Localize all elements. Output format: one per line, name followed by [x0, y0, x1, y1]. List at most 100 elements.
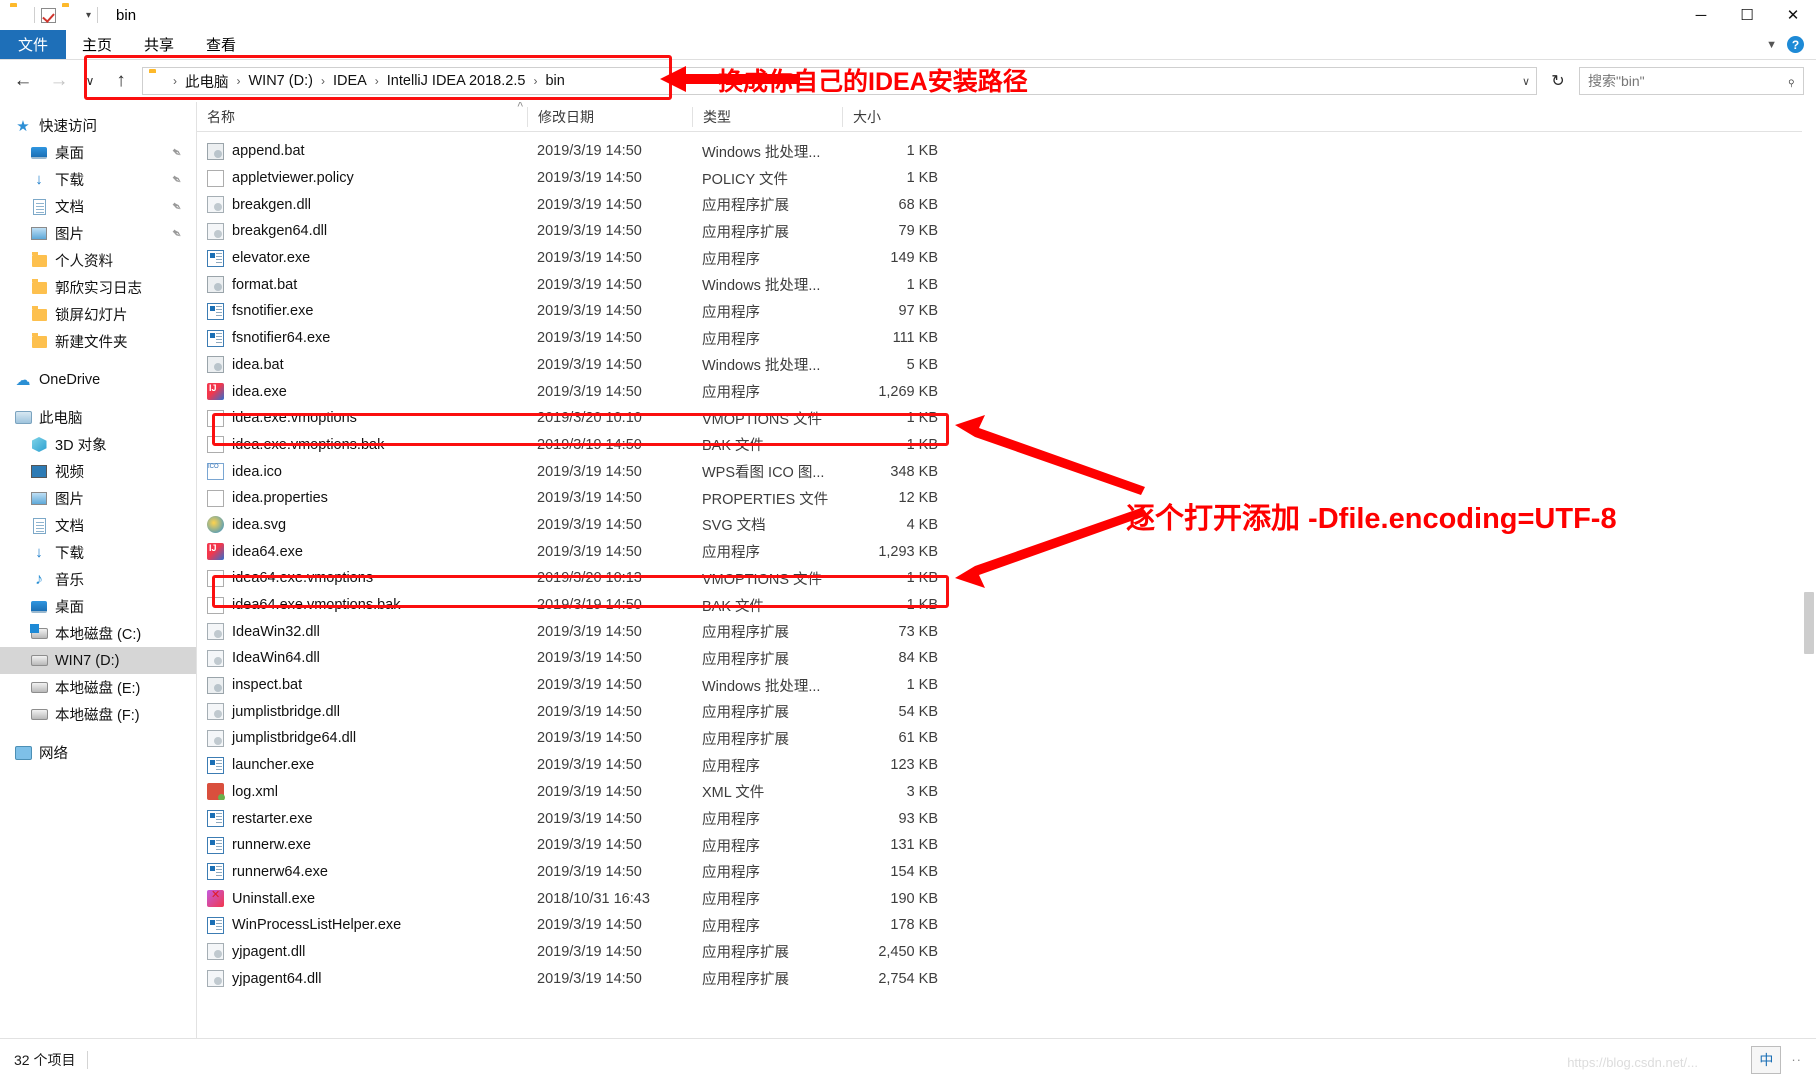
table-row[interactable]: idea64.exe 2019/3/19 14:50 应用程序 1,293 KB	[197, 538, 1802, 565]
sidebar-item-15[interactable]: ↓ 下载	[0, 539, 196, 566]
file-name-cell[interactable]: idea.properties	[197, 489, 527, 507]
tab-view[interactable]: 查看	[190, 30, 252, 59]
back-button[interactable]: ←	[8, 66, 38, 96]
table-row[interactable]: runnerw64.exe 2019/3/19 14:50 应用程序 154 KB	[197, 859, 1802, 886]
sidebar-item-20[interactable]: 本地磁盘 (E:)	[0, 674, 196, 701]
ime-indicator[interactable]: 中	[1751, 1045, 1782, 1074]
file-name-cell[interactable]: elevator.exe	[197, 249, 527, 267]
sidebar-item-5[interactable]: 个人资料	[0, 247, 196, 274]
table-row[interactable]: idea.exe.vmoptions.bak 2019/3/19 14:50 BAK…	[197, 432, 1802, 459]
sidebar-item-4[interactable]: 图片 ✒	[0, 220, 196, 247]
file-name-cell[interactable]: idea64.exe.vmoptions.bak	[197, 596, 527, 614]
table-row[interactable]: jumplistbridge.dll 2019/3/19 14:50 应用程序扩展 5…	[197, 698, 1802, 725]
sidebar-item-7[interactable]: 锁屏幻灯片	[0, 301, 196, 328]
new-folder-icon[interactable]	[62, 6, 80, 24]
table-row[interactable]: restarter.exe 2019/3/19 14:50 应用程序 93 KB	[197, 805, 1802, 832]
table-row[interactable]: jumplistbridge64.dll 2019/3/19 14:50 应用程序扩…	[197, 725, 1802, 752]
file-name-cell[interactable]: WinProcessListHelper.exe	[197, 916, 527, 934]
column-header-name[interactable]: 名称	[197, 107, 527, 127]
sidebar-item-18[interactable]: 本地磁盘 (C:)	[0, 620, 196, 647]
file-name-cell[interactable]: inspect.bat	[197, 676, 527, 694]
table-row[interactable]: fsnotifier.exe 2019/3/19 14:50 应用程序 97 KB	[197, 298, 1802, 325]
file-name-cell[interactable]: runnerw.exe	[197, 836, 527, 854]
table-row[interactable]: launcher.exe 2019/3/19 14:50 应用程序 123 KB	[197, 752, 1802, 779]
file-name-cell[interactable]: fsnotifier64.exe	[197, 329, 527, 347]
sidebar-item-13[interactable]: 图片	[0, 485, 196, 512]
table-row[interactable]: log.xml 2019/3/19 14:50 XML 文件 3 KB	[197, 779, 1802, 806]
breadcrumb-bin[interactable]: bin	[541, 71, 568, 91]
sidebar-item-2[interactable]: ↓ 下载 ✒	[0, 166, 196, 193]
table-row[interactable]: inspect.bat 2019/3/19 14:50 Windows 批处理...…	[197, 672, 1802, 699]
table-row[interactable]: IdeaWin64.dll 2019/3/19 14:50 应用程序扩展 84 KB	[197, 645, 1802, 672]
file-name-cell[interactable]: IdeaWin64.dll	[197, 649, 527, 667]
file-name-cell[interactable]: format.bat	[197, 276, 527, 294]
file-rows[interactable]: append.bat 2019/3/19 14:50 Windows 批处理... 1…	[197, 132, 1802, 1038]
table-row[interactable]: idea.svg 2019/3/19 14:50 SVG 文档 4 KB	[197, 512, 1802, 539]
help-icon[interactable]: ?	[1787, 36, 1804, 53]
file-name-cell[interactable]: appletviewer.policy	[197, 169, 527, 187]
forward-button[interactable]: →	[44, 66, 74, 96]
ime-options-icon[interactable]: ··	[1791, 1052, 1802, 1067]
sidebar-item-3[interactable]: 文档 ✒	[0, 193, 196, 220]
file-name-cell[interactable]: jumplistbridge.dll	[197, 703, 527, 721]
file-name-cell[interactable]: jumplistbridge64.dll	[197, 729, 527, 747]
table-row[interactable]: runnerw.exe 2019/3/19 14:50 应用程序 131 KB	[197, 832, 1802, 859]
sidebar-item-21[interactable]: 本地磁盘 (F:)	[0, 701, 196, 728]
recent-locations-button[interactable]: ∨	[80, 66, 100, 96]
table-row[interactable]: fsnotifier64.exe 2019/3/19 14:50 应用程序 111 K…	[197, 325, 1802, 352]
file-name-cell[interactable]: fsnotifier.exe	[197, 302, 527, 320]
file-name-cell[interactable]: idea64.exe	[197, 543, 527, 561]
table-row[interactable]: idea64.exe.vmoptions.bak 2019/3/19 14:50 B…	[197, 592, 1802, 619]
table-row[interactable]: idea64.exe.vmoptions 2019/3/20 10:13 VMOPT…	[197, 565, 1802, 592]
breadcrumb-idea[interactable]: IDEA	[329, 71, 371, 91]
file-name-cell[interactable]: idea.svg	[197, 516, 527, 534]
minimize-button[interactable]: ─	[1678, 0, 1724, 30]
sidebar-item-0[interactable]: ★ 快速访问	[0, 112, 196, 139]
table-row[interactable]: idea.ico 2019/3/19 14:50 WPS看图 ICO 图... 348…	[197, 458, 1802, 485]
breadcrumb-this-pc[interactable]: 此电脑	[181, 69, 233, 94]
table-row[interactable]: idea.exe 2019/3/19 14:50 应用程序 1,269 KB	[197, 378, 1802, 405]
table-row[interactable]: idea.properties 2019/3/19 14:50 PROPERTIES…	[197, 485, 1802, 512]
table-row[interactable]: WinProcessListHelper.exe 2019/3/19 14:50 应…	[197, 912, 1802, 939]
table-row[interactable]: idea.exe.vmoptions 2019/3/20 10:10 VMOPTIO…	[197, 405, 1802, 432]
window-controls[interactable]: ─ ☐ ✕	[1678, 0, 1816, 30]
file-name-cell[interactable]: breakgen.dll	[197, 196, 527, 214]
file-name-cell[interactable]: idea64.exe.vmoptions	[197, 569, 527, 587]
sidebar-item-14[interactable]: 文档	[0, 512, 196, 539]
file-name-cell[interactable]: breakgen64.dll	[197, 222, 527, 240]
sidebar-item-22[interactable]: 网络	[0, 739, 196, 766]
pin-icon[interactable]: ✒	[167, 224, 186, 243]
address-input[interactable]: › 此电脑 › WIN7 (D:) › IDEA › IntelliJ IDEA…	[142, 67, 1537, 95]
file-name-cell[interactable]: yjpagent64.dll	[197, 970, 527, 988]
table-row[interactable]: format.bat 2019/3/19 14:50 Windows 批处理... 1…	[197, 271, 1802, 298]
table-row[interactable]: elevator.exe 2019/3/19 14:50 应用程序 149 KB	[197, 245, 1802, 272]
refresh-button[interactable]: ↻	[1543, 66, 1573, 96]
customize-caret-icon[interactable]: ▾	[86, 10, 91, 21]
quick-access-toolbar[interactable]: ▾ bin	[0, 6, 136, 24]
file-name-cell[interactable]: launcher.exe	[197, 756, 527, 774]
file-name-cell[interactable]: idea.exe.vmoptions.bak	[197, 436, 527, 454]
table-row[interactable]: appletviewer.policy 2019/3/19 14:50 POLICY…	[197, 165, 1802, 192]
properties-checkbox-icon[interactable]	[41, 7, 56, 23]
sidebar-item-9[interactable]: ☁ OneDrive	[0, 366, 196, 393]
pin-icon[interactable]: ✒	[167, 170, 186, 189]
sidebar-item-6[interactable]: 郭欣实习日志	[0, 274, 196, 301]
file-name-cell[interactable]: append.bat	[197, 142, 527, 160]
column-header-type[interactable]: 类型	[692, 106, 842, 127]
pin-icon[interactable]: ✒	[167, 143, 186, 162]
sidebar-item-19[interactable]: WIN7 (D:)	[0, 647, 196, 674]
tab-file[interactable]: 文件	[0, 30, 67, 59]
file-name-cell[interactable]: IdeaWin32.dll	[197, 623, 527, 641]
sidebar-item-11[interactable]: 3D 对象	[0, 431, 196, 458]
breadcrumb-intellij[interactable]: IntelliJ IDEA 2018.2.5	[383, 71, 530, 91]
sidebar-item-17[interactable]: 桌面	[0, 593, 196, 620]
search-icon[interactable]: ⌕	[1782, 72, 1800, 90]
file-name-cell[interactable]: idea.exe.vmoptions	[197, 409, 527, 427]
table-row[interactable]: yjpagent64.dll 2019/3/19 14:50 应用程序扩展 2,754…	[197, 965, 1802, 992]
file-name-cell[interactable]: idea.ico	[197, 463, 527, 481]
sidebar-item-12[interactable]: 视频	[0, 458, 196, 485]
file-name-cell[interactable]: runnerw64.exe	[197, 863, 527, 881]
table-row[interactable]: idea.bat 2019/3/19 14:50 Windows 批处理... 5 K…	[197, 352, 1802, 379]
table-row[interactable]: breakgen64.dll 2019/3/19 14:50 应用程序扩展 79 KB	[197, 218, 1802, 245]
table-row[interactable]: yjpagent.dll 2019/3/19 14:50 应用程序扩展 2,450 K…	[197, 939, 1802, 966]
